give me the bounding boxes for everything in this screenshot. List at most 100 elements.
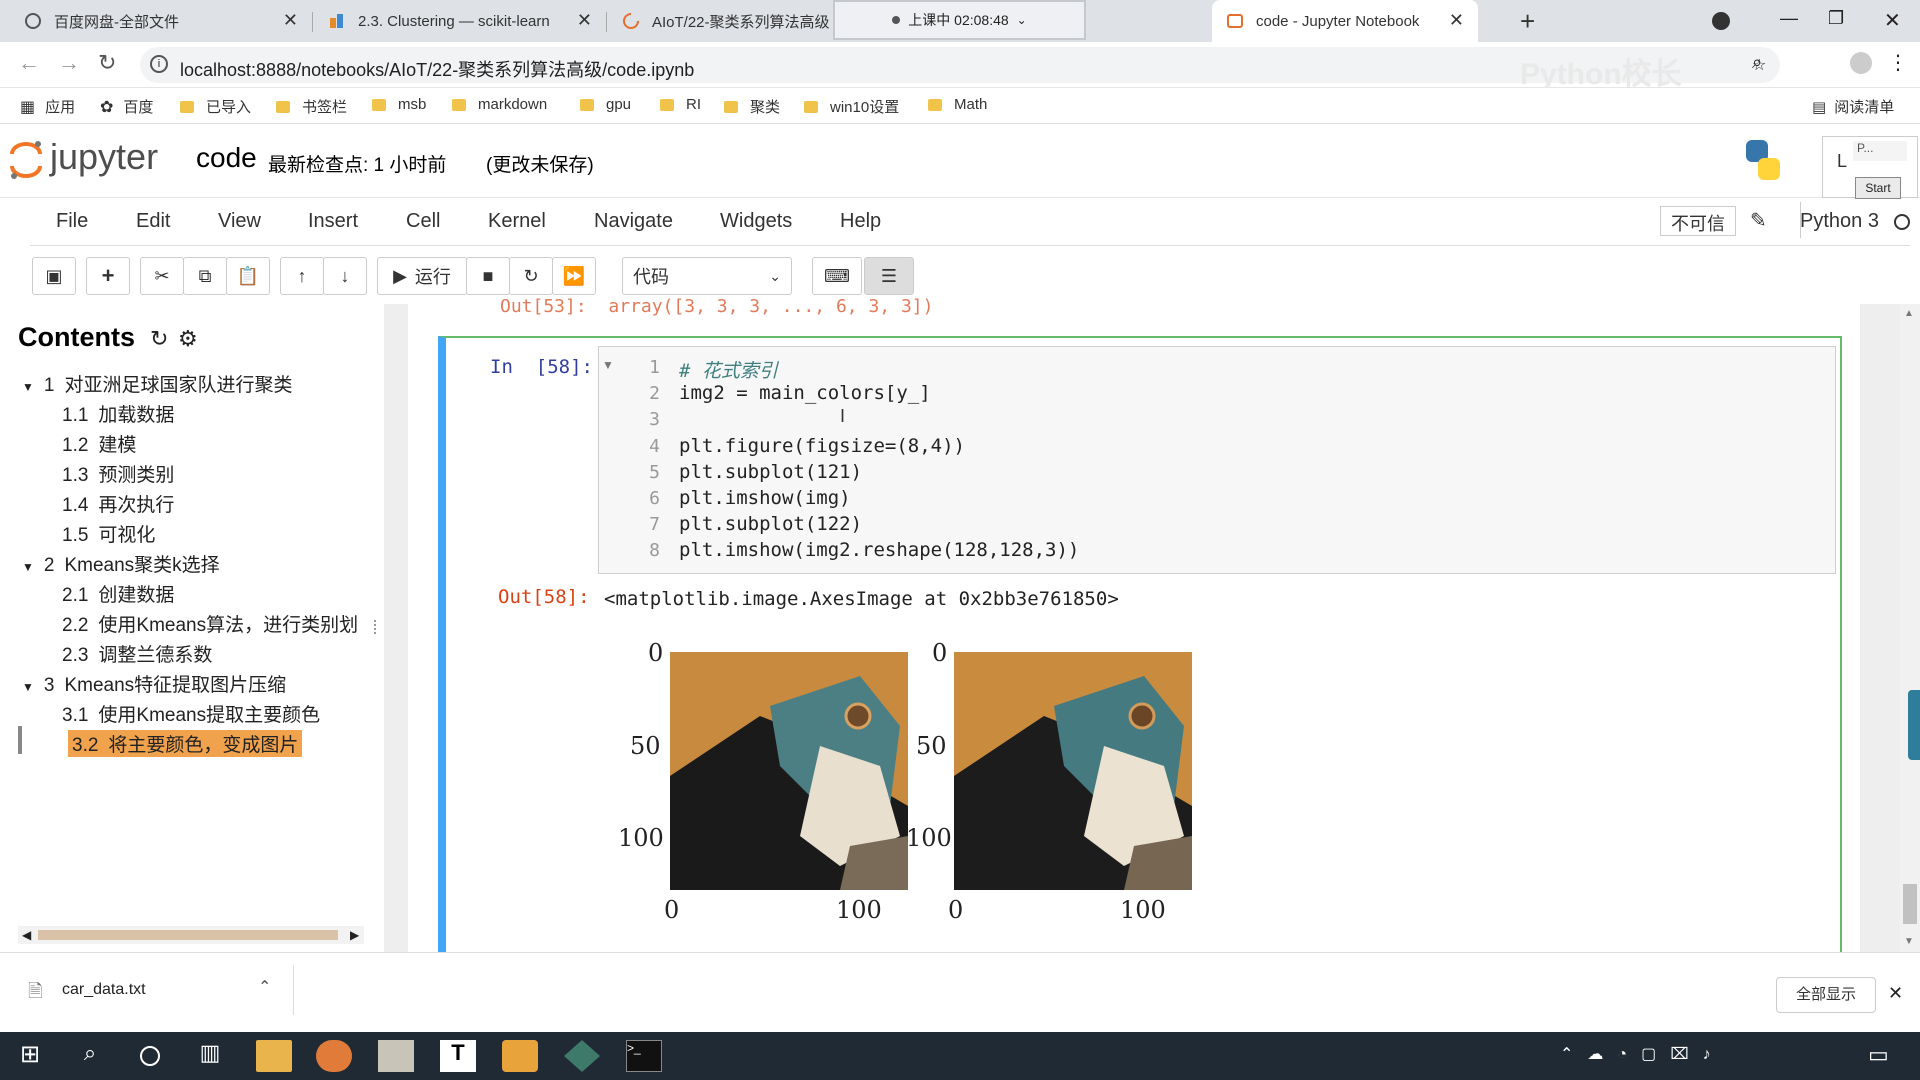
toc-item-3-1[interactable]: 3.1 使用Kmeans提取主要颜色 xyxy=(62,700,320,727)
add-cell-icon[interactable]: + xyxy=(86,257,130,295)
toc-item-2-2[interactable]: 2.2 使用Kmeans算法，进行类别划 xyxy=(62,610,358,637)
menu-insert[interactable]: Insert xyxy=(308,210,358,233)
code-line[interactable]: plt.subplot(122) xyxy=(679,513,862,535)
chrome-icon[interactable] xyxy=(316,1040,352,1072)
bookmark-math[interactable]: Math xyxy=(928,96,987,113)
more-icon[interactable]: ⋮ xyxy=(1888,50,1908,75)
toc-item-1-2[interactable]: 1.2 建模 xyxy=(62,430,136,457)
bookmark-gpu[interactable]: gpu xyxy=(580,96,631,113)
system-tray-icons[interactable]: ⌃☁◔▢⌧♪ xyxy=(1560,1044,1725,1064)
paste-icon[interactable]: 📋 xyxy=(226,257,270,295)
bookmark-ri[interactable]: RI xyxy=(660,96,701,113)
bookmark-win10[interactable]: win10设置 xyxy=(804,96,899,117)
toc-item-1-1[interactable]: 1.1 加载数据 xyxy=(62,400,174,427)
code-line[interactable]: # 花式索引 xyxy=(679,356,778,383)
close-icon[interactable]: ✕ xyxy=(1449,10,1464,31)
restart-run-all-icon[interactable]: ⏩ xyxy=(552,257,596,295)
vpn-icon[interactable] xyxy=(564,1040,600,1072)
app-icon[interactable] xyxy=(502,1040,538,1072)
bookmark-cluster[interactable]: 聚类 xyxy=(724,96,780,117)
tab-jupyter[interactable]: code - Jupyter Notebook ✕ xyxy=(1212,0,1478,42)
menu-help[interactable]: Help xyxy=(840,210,881,233)
avatar[interactable] xyxy=(1850,52,1872,74)
toc-item-1-5[interactable]: 1.5 可视化 xyxy=(62,520,155,547)
close-icon[interactable]: ✕ xyxy=(577,10,592,31)
tab-baidu-pan[interactable]: 百度网盘-全部文件 ✕ xyxy=(10,0,310,42)
start-button[interactable]: Start xyxy=(1855,177,1901,199)
bookmark-imported[interactable]: 已导入 xyxy=(180,96,251,117)
toc-collapse-icon[interactable]: ▼ xyxy=(22,560,34,574)
toc-toggle-icon[interactable]: ☰ xyxy=(864,257,914,295)
toc-item-2-3[interactable]: 2.3 调整兰德系数 xyxy=(62,640,212,667)
move-up-icon[interactable]: ↑ xyxy=(280,257,324,295)
toc-collapse-icon[interactable]: ▼ xyxy=(22,680,34,694)
cortana-icon[interactable] xyxy=(140,1046,160,1066)
search-icon[interactable]: ⌕ xyxy=(72,1040,108,1072)
menu-cell[interactable]: Cell xyxy=(406,210,440,233)
copy-icon[interactable]: ⧉ xyxy=(183,257,227,295)
show-all-button[interactable]: 全部显示 xyxy=(1776,977,1876,1013)
close-icon[interactable]: ✕ xyxy=(283,10,298,31)
bookmark-apps[interactable]: ▦ 应用 xyxy=(20,96,75,117)
toc-item-3-2[interactable]: 3.2 将主要颜色，变成图片 xyxy=(18,726,303,757)
popup-box[interactable]: L P... Start xyxy=(1822,136,1918,199)
jupyter-logo-icon[interactable] xyxy=(8,140,44,179)
bookmark-msb[interactable]: msb xyxy=(372,96,426,113)
notebook-scrollbar[interactable]: ▲ ▼ xyxy=(1900,304,1920,952)
task-view-icon[interactable]: ▥ xyxy=(192,1040,228,1072)
close-icon[interactable]: ✕ xyxy=(1888,983,1903,1004)
keyboard-icon[interactable]: ⌨ xyxy=(812,257,862,295)
run-button[interactable]: ▶ 运行 xyxy=(377,257,467,295)
bookmark-markdown[interactable]: markdown xyxy=(452,96,547,113)
url-field[interactable]: i localhost:8888/notebooks/AIoT/22-聚类系列算… xyxy=(140,47,1780,91)
toc-resize-handle[interactable] xyxy=(374,620,380,634)
toc-item-1-4[interactable]: 1.4 再次执行 xyxy=(62,490,174,517)
trusted-indicator[interactable]: 不可信 xyxy=(1660,206,1736,236)
scroll-down-icon[interactable]: ▼ xyxy=(1904,936,1914,947)
save-icon[interactable]: ▣ xyxy=(32,257,76,295)
reading-list[interactable]: ▤ 阅读清单 xyxy=(1812,96,1894,117)
scroll-thumb[interactable] xyxy=(38,930,338,940)
scroll-thumb[interactable] xyxy=(1903,884,1917,924)
minimize-icon[interactable]: — xyxy=(1780,8,1798,29)
zoom-icon[interactable]: ⌕ xyxy=(1752,52,1762,73)
menu-navigate[interactable]: Navigate xyxy=(594,210,673,233)
move-down-icon[interactable]: ↓ xyxy=(323,257,367,295)
scroll-up-icon[interactable]: ▲ xyxy=(1904,308,1914,319)
window-close-icon[interactable]: ✕ xyxy=(1884,8,1901,33)
forward-icon[interactable]: → xyxy=(58,50,80,76)
toc-item-2[interactable]: ▼ 2 Kmeans聚类k选择 xyxy=(22,550,220,577)
refresh-icon[interactable]: ↻ xyxy=(150,326,168,352)
tab-sklearn[interactable]: 2.3. Clustering — scikit-learn ✕ xyxy=(314,0,604,42)
restart-icon[interactable]: ↻ xyxy=(509,257,553,295)
toc-item-1[interactable]: ▼ 1 对亚洲足球国家队进行聚类 xyxy=(22,370,292,397)
bookmark-baidu[interactable]: ✿ 百度 xyxy=(100,96,153,117)
cell-type-select[interactable]: 代码 ⌄ xyxy=(622,257,792,295)
notification-icon[interactable]: ▭ xyxy=(1868,1042,1889,1068)
gear-icon[interactable]: ⚙ xyxy=(178,326,198,352)
toc-item-2-1[interactable]: 2.1 创建数据 xyxy=(62,580,174,607)
cut-icon[interactable]: ✂ xyxy=(140,257,184,295)
toc-horizontal-scrollbar[interactable]: ◀ ▶ xyxy=(18,926,364,944)
code-line[interactable]: plt.imshow(img) xyxy=(679,487,851,509)
menu-widgets[interactable]: Widgets xyxy=(720,210,792,233)
toc-item-1-3[interactable]: 1.3 预测类别 xyxy=(62,460,174,487)
tab-search-icon[interactable] xyxy=(1712,12,1730,30)
stop-icon[interactable]: ■ xyxy=(466,257,510,295)
menu-file[interactable]: File xyxy=(56,210,88,233)
bookmark-bar-folder[interactable]: 书签栏 xyxy=(276,96,347,117)
menu-kernel[interactable]: Kernel xyxy=(488,210,546,233)
menu-view[interactable]: View xyxy=(218,210,261,233)
restore-icon[interactable]: ❐ xyxy=(1828,8,1844,29)
toc-collapse-icon[interactable]: ▼ xyxy=(22,380,34,394)
toc-item-3[interactable]: ▼ 3 Kmeans特征提取图片压缩 xyxy=(22,670,286,697)
image-viewer-icon[interactable] xyxy=(378,1040,414,1072)
edit-pencil-icon[interactable]: ✎ xyxy=(1750,208,1767,233)
side-handle[interactable] xyxy=(1908,690,1920,760)
scroll-right-icon[interactable]: ▶ xyxy=(350,928,359,942)
code-line[interactable]: img2 = main_colors[y_] xyxy=(679,382,931,404)
back-icon[interactable]: ← xyxy=(18,50,40,76)
info-icon[interactable]: i xyxy=(150,55,168,73)
code-line[interactable]: plt.figure(figsize=(8,4)) xyxy=(679,435,965,457)
notebook-name[interactable]: code xyxy=(196,142,257,174)
